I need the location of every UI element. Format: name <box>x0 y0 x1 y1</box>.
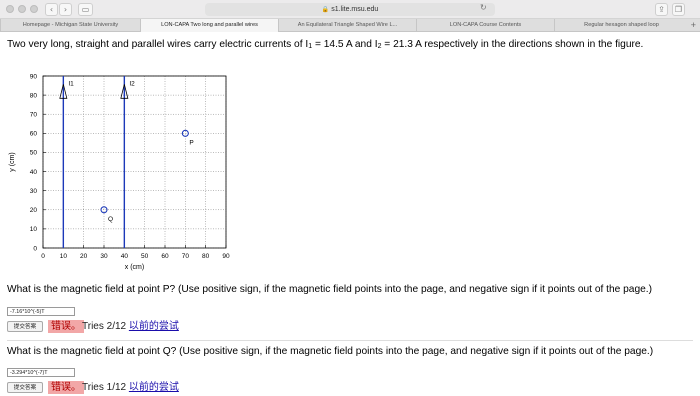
x-tick-label: 90 <box>222 253 230 260</box>
tries-count: Tries 1/12 <box>82 382 127 393</box>
y-axis-label: y (cm) <box>9 152 16 171</box>
chevron-left-icon: ‹ <box>49 5 54 14</box>
y-tick-label: 10 <box>30 226 38 233</box>
x-tick-label: 10 <box>60 253 68 260</box>
address-text: s1.lite.msu.edu <box>331 6 379 13</box>
minimize-window-button[interactable] <box>18 5 26 13</box>
y-tick-label: 20 <box>30 207 38 214</box>
tabs-overview-button[interactable]: ❐ <box>672 3 685 16</box>
question-q: What is the magnetic field at point Q? (… <box>7 346 654 357</box>
x-tick-label: 0 <box>41 253 45 260</box>
new-tab-button[interactable]: + <box>691 19 696 31</box>
statement-text: = 21.3 A respectively in the directions … <box>381 39 644 50</box>
sidebar-button[interactable]: ▭ <box>78 3 93 16</box>
question-p: What is the magnetic field at point P? (… <box>7 284 653 295</box>
tries-count: Tries 2/12 <box>82 321 127 332</box>
y-tick-label: 30 <box>30 188 38 195</box>
tab-label: Homepage - Michigan State University <box>22 22 119 28</box>
tab-label: LON-CAPA Course Contents <box>449 22 522 28</box>
submit-answer-p-button[interactable]: 提交答案 <box>7 321 43 332</box>
status-badge-q: 错误。 <box>48 381 84 394</box>
address-bar[interactable]: 🔒 s1.lite.msu.edu <box>205 3 495 16</box>
y-tick-label: 80 <box>30 92 38 99</box>
submit-answer-q-button[interactable]: 提交答案 <box>7 382 43 393</box>
x-axis-label: x (cm) <box>125 264 144 271</box>
tab-bar: Homepage - Michigan State University LON… <box>0 19 700 32</box>
problem-statement: Two very long, straight and parallel wir… <box>7 39 695 52</box>
forward-button[interactable]: › <box>59 3 72 16</box>
statement-text: = 14.5 A and I <box>312 39 378 50</box>
y-tick-label: 0 <box>33 245 37 252</box>
previous-tries-link[interactable]: 以前的尝试 <box>129 321 179 332</box>
tab-hexagon-loop[interactable]: Regular hexagon shaped loop <box>554 19 688 32</box>
wire-figure: 0 10 20 30 40 50 60 70 80 90 0 10 20 30 40 50 60 70 80 90 x … <box>9 73 230 271</box>
wire-label: I2 <box>129 80 135 87</box>
chevron-right-icon: › <box>63 5 68 14</box>
tries-p: Tries 2/12 以前的尝试 <box>82 320 179 333</box>
tab-triangle-wire[interactable]: An Equilateral Triangle Shaped Wire L... <box>278 19 416 32</box>
reload-icon[interactable]: ↻ <box>480 3 487 12</box>
x-tick-label: 20 <box>80 253 88 260</box>
tab-label: Regular hexagon shaped loop <box>584 22 659 28</box>
y-tick-label: 40 <box>30 169 38 176</box>
status-badge-p: 错误。 <box>48 320 84 333</box>
wire-label: I1 <box>68 80 74 87</box>
point-label: Q <box>108 216 113 223</box>
x-tick-label: 70 <box>182 253 190 260</box>
y-tick-label: 60 <box>30 131 38 138</box>
x-tick-label: 60 <box>161 253 169 260</box>
plot-frame <box>42 75 227 249</box>
x-tick-label: 80 <box>202 253 210 260</box>
tries-q: Tries 1/12 以前的尝试 <box>82 381 179 394</box>
tabs-icon: ❐ <box>674 5 683 14</box>
tab-label: LON-CAPA Two long and parallel wires <box>161 22 258 28</box>
x-tick-label: 30 <box>100 253 108 260</box>
back-button[interactable]: ‹ <box>45 3 58 16</box>
zoom-window-button[interactable] <box>30 5 38 13</box>
x-tick-label: 50 <box>141 253 149 260</box>
divider <box>7 340 693 341</box>
previous-tries-link[interactable]: 以前的尝试 <box>129 382 179 393</box>
y-tick-label: 50 <box>30 150 38 157</box>
answer-field-q[interactable]: -3.294*10^(-7)T <box>7 368 75 377</box>
answer-field-p[interactable]: -7.16*10^(-5)T <box>7 307 75 316</box>
lock-icon: 🔒 <box>321 6 330 13</box>
share-button[interactable]: ⇪ <box>655 3 668 16</box>
statement-text: Two very long, straight and parallel wir… <box>7 39 309 50</box>
point-label: P <box>189 139 193 146</box>
sidebar-icon: ▭ <box>81 5 90 14</box>
y-tick-label: 70 <box>30 112 38 119</box>
share-icon: ⇪ <box>658 5 665 14</box>
close-window-button[interactable] <box>6 5 14 13</box>
browser-toolbar: ‹ › ▭ 🔒 s1.lite.msu.edu ↻ ⇪ ❐ <box>0 0 700 19</box>
tab-msu-homepage[interactable]: Homepage - Michigan State University <box>0 19 140 32</box>
tab-course-contents[interactable]: LON-CAPA Course Contents <box>416 19 554 32</box>
x-tick-label: 40 <box>121 253 129 260</box>
tab-label: An Equilateral Triangle Shaped Wire L... <box>297 22 398 28</box>
y-tick-label: 90 <box>30 73 38 80</box>
tab-two-wires[interactable]: LON-CAPA Two long and parallel wires <box>140 19 278 32</box>
